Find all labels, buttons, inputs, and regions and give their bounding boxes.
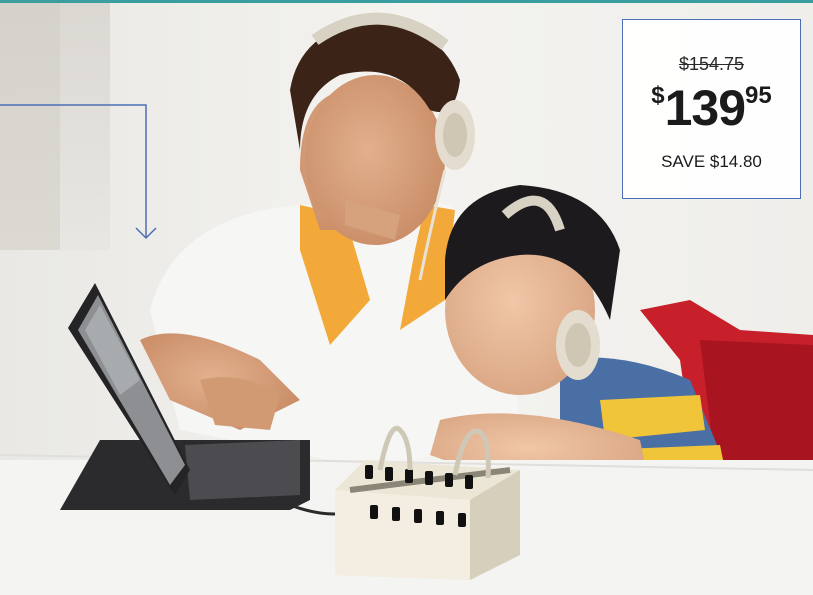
savings-label: SAVE $14.80 <box>661 152 762 171</box>
sale-price-dollars: 139 <box>664 80 746 136</box>
sale-price-cents: 95 <box>745 82 772 109</box>
sale-price: $13995 <box>623 76 800 140</box>
price-callout: $154.75 $13995 SAVE $14.80 <box>622 19 801 199</box>
top-accent-rule <box>0 0 813 3</box>
sale-price-currency: $ <box>651 82 665 109</box>
original-price: $154.75 <box>678 54 745 74</box>
